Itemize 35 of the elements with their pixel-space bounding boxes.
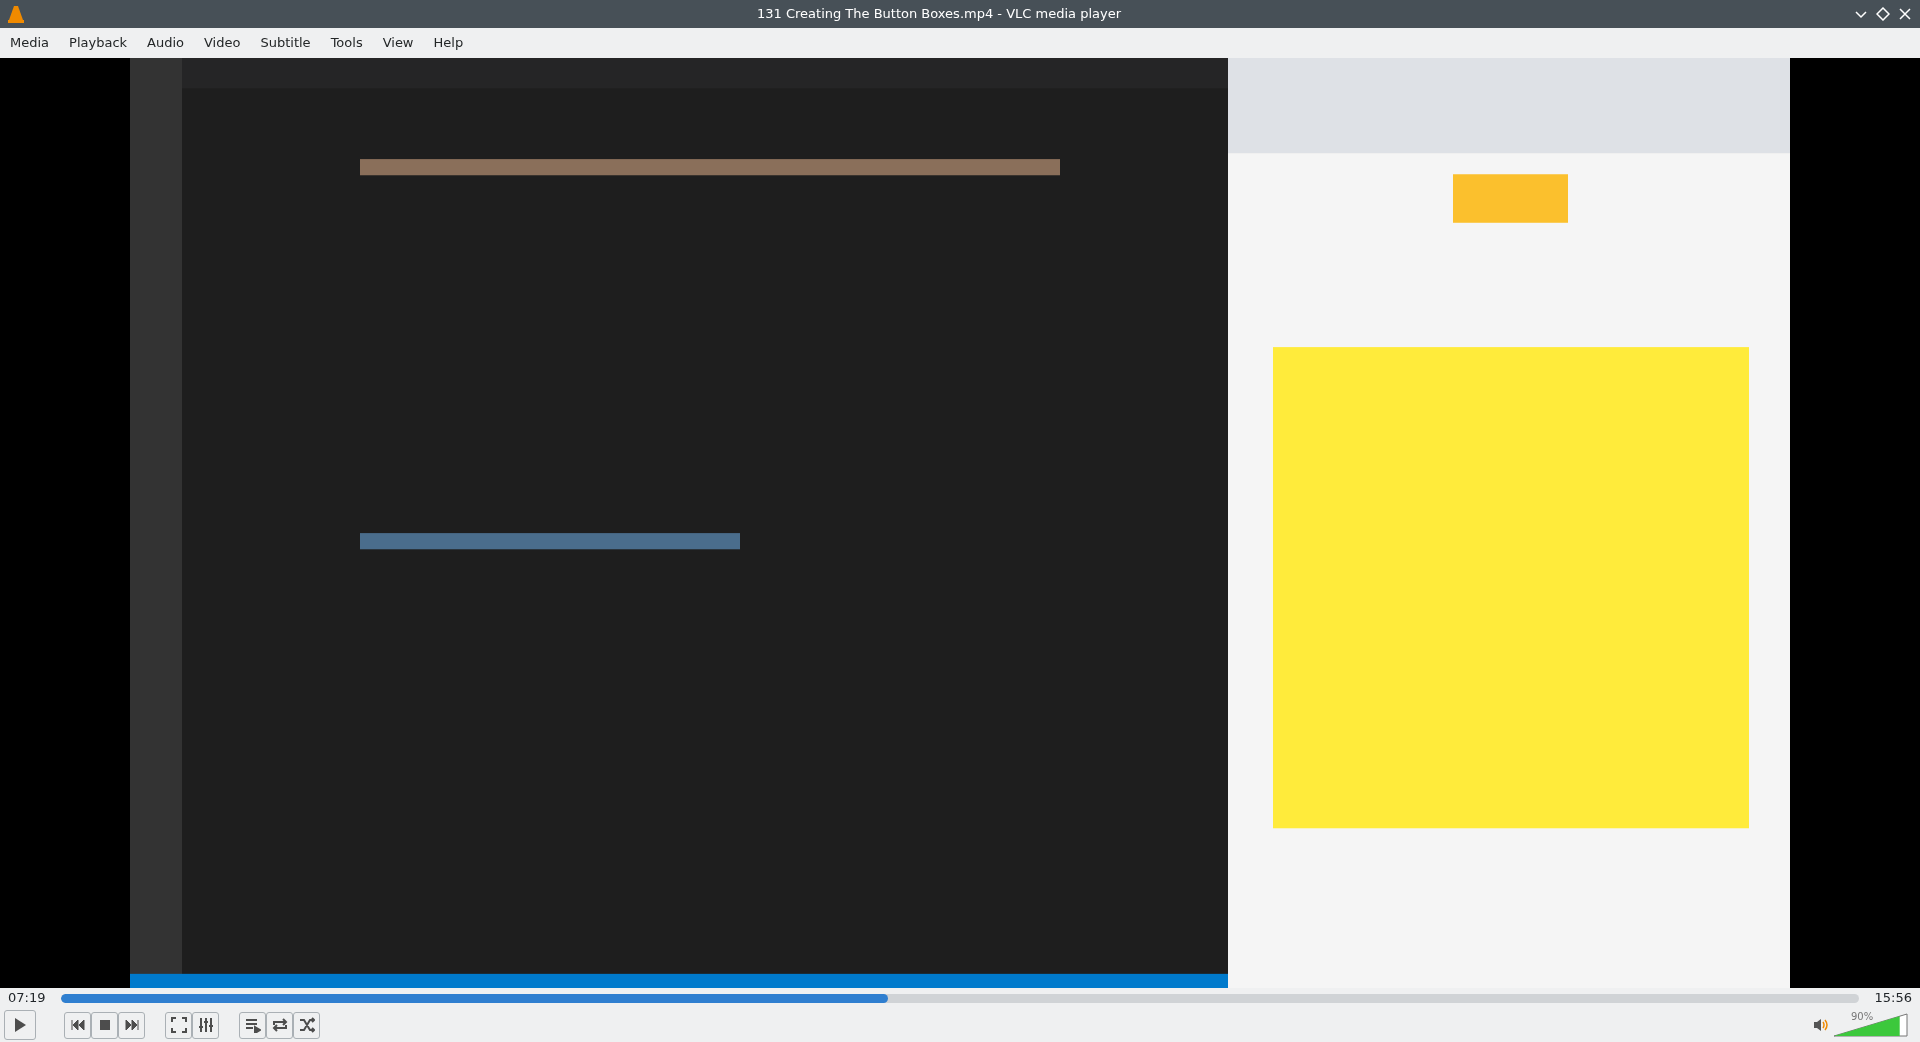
menu-item[interactable]: Subtitle xyxy=(250,33,321,53)
menu-item[interactable]: Media xyxy=(0,33,60,53)
play-icon xyxy=(12,1017,28,1033)
total-time: 15:56 xyxy=(1874,989,1912,1008)
maximize-icon[interactable] xyxy=(1876,7,1890,21)
volume-reading: 90% xyxy=(1851,1010,1874,1024)
play-button[interactable] xyxy=(4,1010,36,1040)
menu-item[interactable]: Playback xyxy=(59,33,138,53)
menu-item[interactable]: Video xyxy=(194,33,251,53)
shuffle-button[interactable] xyxy=(293,1011,320,1039)
fullscreen-button[interactable] xyxy=(165,1011,192,1039)
menu-item[interactable]: Tools xyxy=(320,33,373,53)
cone-icon xyxy=(8,5,24,23)
loop-icon xyxy=(271,1017,288,1033)
window-title: 131 Creating The Button Boxes.mp4 - VLC media player xyxy=(756,5,1122,24)
menu-item[interactable]: Help xyxy=(423,33,474,53)
shuffle-icon xyxy=(298,1017,315,1033)
loop-button[interactable] xyxy=(266,1011,293,1039)
elapsed-time: 07:19 xyxy=(8,989,46,1008)
stop-button[interactable] xyxy=(91,1011,118,1039)
volume-slider[interactable]: 90% xyxy=(1833,1013,1908,1037)
playlist-icon xyxy=(244,1017,261,1033)
speaker-icon[interactable] xyxy=(1813,1018,1829,1032)
skip-back-icon xyxy=(69,1017,86,1033)
next-button[interactable] xyxy=(118,1011,145,1039)
seek-bar[interactable] xyxy=(61,993,1859,1003)
skip-forward-icon xyxy=(123,1017,140,1033)
fullscreen-icon xyxy=(170,1017,187,1033)
close-icon[interactable] xyxy=(1898,7,1912,21)
menu-item[interactable]: View xyxy=(372,33,424,53)
equalizer-button[interactable] xyxy=(192,1011,219,1039)
playlist-button[interactable] xyxy=(239,1011,266,1039)
menu-item[interactable]: Audio xyxy=(137,33,194,53)
sliders-icon xyxy=(197,1017,214,1033)
previous-button[interactable] xyxy=(64,1011,91,1039)
